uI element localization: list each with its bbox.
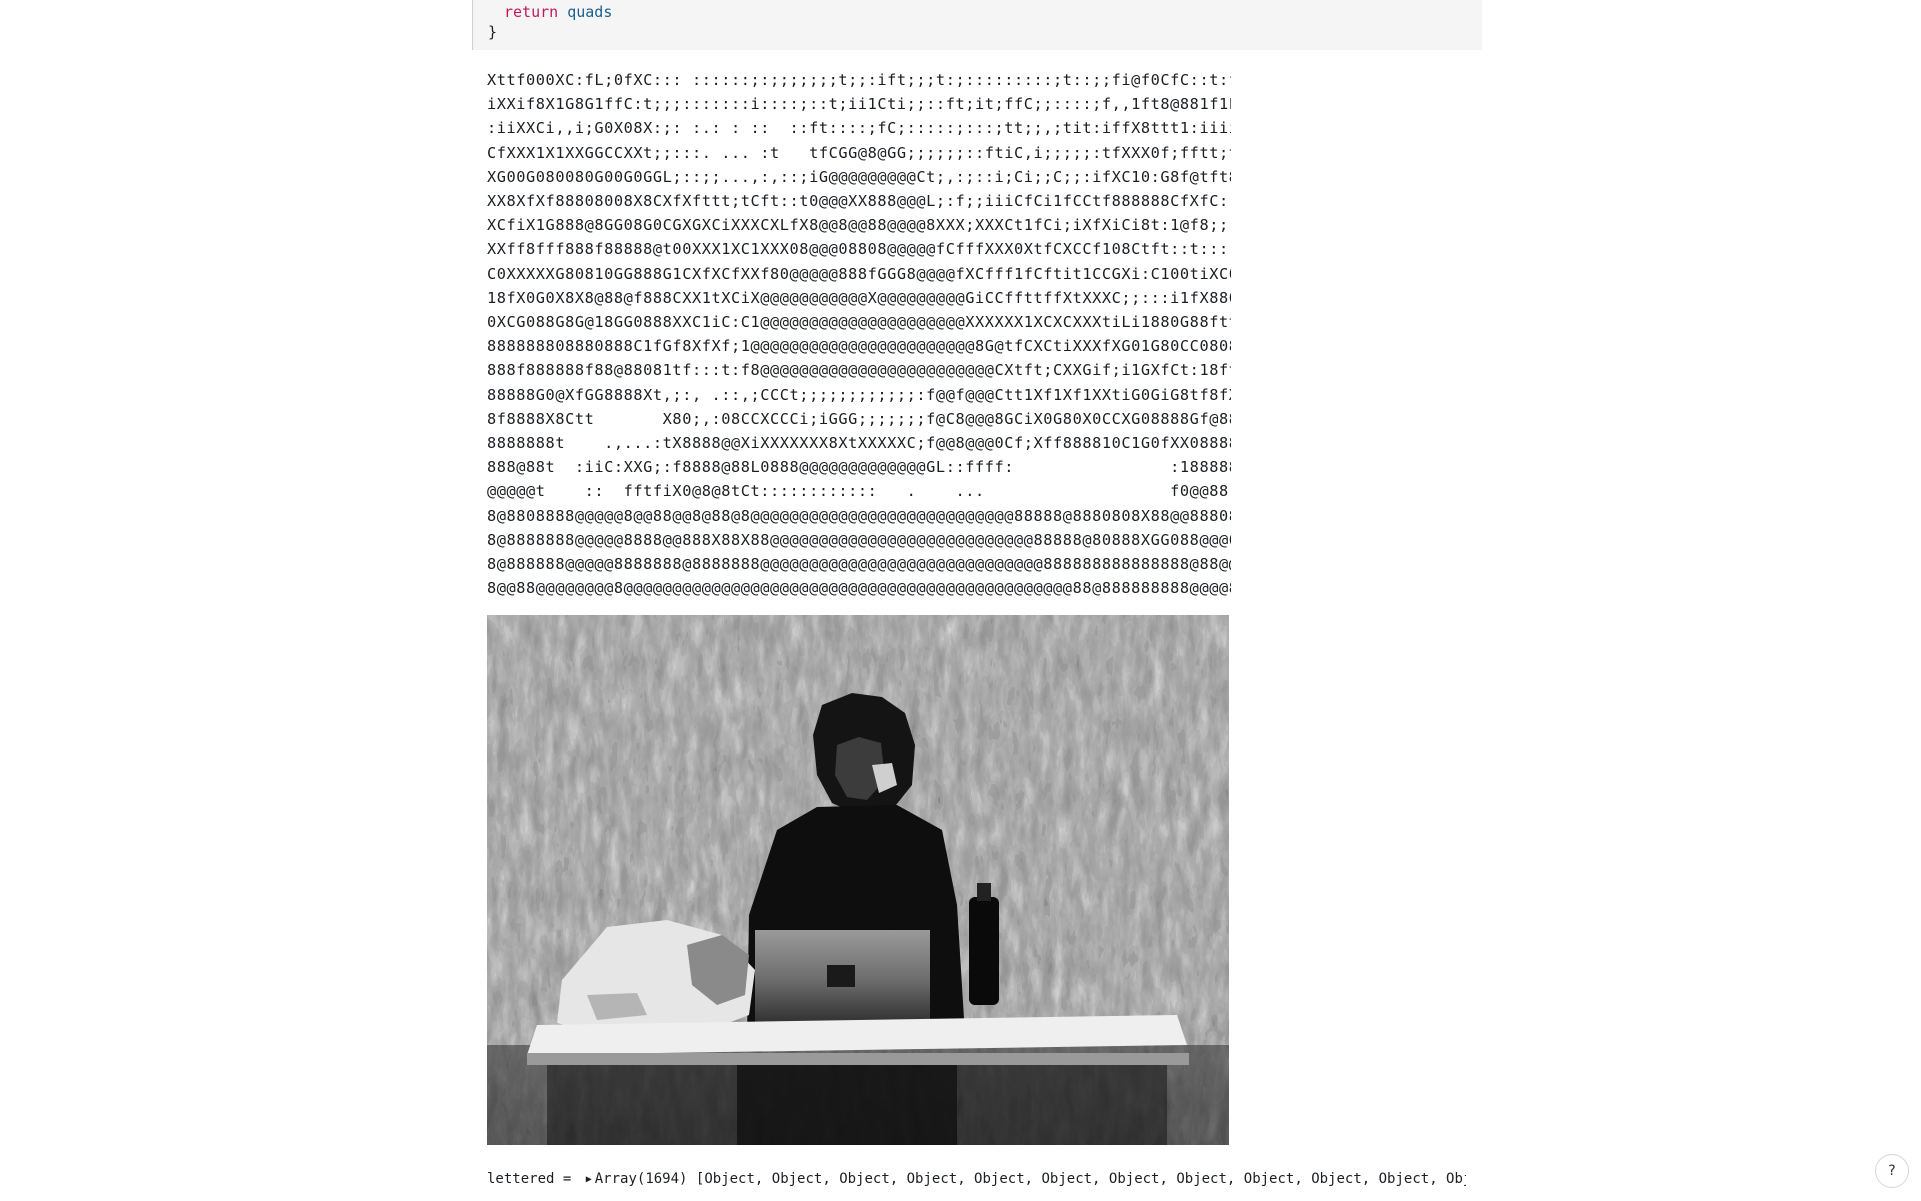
help-button[interactable]: ? xyxy=(1875,1154,1909,1188)
return-keyword: return xyxy=(504,3,559,21)
expand-triangle-icon[interactable]: ▶ xyxy=(586,1169,592,1190)
array-type-label[interactable]: Array(1694) xyxy=(595,1171,688,1187)
closing-brace: } xyxy=(488,23,498,41)
variable-inspector: lettered = ▶ Array(1694) [Object, Object,… xyxy=(487,1168,1466,1190)
array-contents: [Object, Object, Object, Object, Object,… xyxy=(695,1171,1466,1187)
variable-name: lettered = xyxy=(487,1171,580,1187)
return-statement: return quads xyxy=(504,3,612,22)
pixelated-image-output xyxy=(487,615,1229,1145)
return-identifier: quads xyxy=(567,3,613,21)
ascii-art-output: Xttf000XC:fL;0fXC::: ::::::;:;;;;;;;t;;:… xyxy=(487,71,1231,598)
code-cell: return quads } xyxy=(472,0,1482,50)
